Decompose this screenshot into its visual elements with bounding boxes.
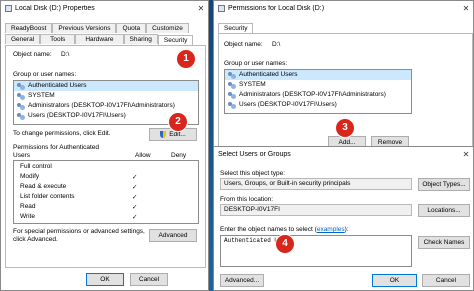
users-icon <box>17 82 25 90</box>
step-badge-1: 1 <box>176 49 196 69</box>
select-users-titlebar: Select Users or Groups ✕ <box>214 147 473 161</box>
object-name-label: Object name: <box>224 41 263 48</box>
step-badge-4: 4 <box>275 234 295 254</box>
uac-shield-icon <box>160 130 167 138</box>
users-icon <box>17 92 25 100</box>
step-badge-2: 2 <box>168 112 188 132</box>
allow-check-icon: ✓ <box>132 204 138 211</box>
tab-row-top: ReadyBoost Previous Versions Quota Custo… <box>5 23 189 33</box>
object-name-value: D:\ <box>272 41 281 48</box>
ok-button[interactable]: OK <box>372 274 417 287</box>
allow-check-icon: ✓ <box>132 184 138 191</box>
permissions-header-line1: Permissions for Authenticated <box>13 144 99 151</box>
user-list[interactable]: Authenticated Users SYSTEM Administrator… <box>224 69 412 114</box>
users-icon <box>228 101 236 109</box>
allow-check-icon: ✓ <box>132 174 138 181</box>
check-names-button[interactable]: Check Names <box>418 236 470 249</box>
select-users-title: Select Users or Groups <box>218 150 291 158</box>
permission-row: List folder contents ✓ <box>20 193 138 201</box>
list-item[interactable]: Authenticated Users <box>14 81 198 91</box>
change-permissions-text: To change permissions, click Edit. <box>13 130 111 137</box>
object-name-value: D:\ <box>61 51 70 58</box>
tab-sharing[interactable]: Sharing <box>123 34 158 44</box>
close-icon[interactable]: ✕ <box>459 4 473 13</box>
permission-row: Read & execute ✓ <box>20 183 138 191</box>
select-users-window: Select Users or Groups ✕ Select this obj… <box>213 146 474 291</box>
tab-security[interactable]: Security <box>157 35 194 45</box>
locations-button[interactable]: Locations... <box>418 204 470 217</box>
close-icon[interactable]: ✕ <box>194 4 208 13</box>
permissions-list: Full control Modify ✓ Read & execute ✓ Lis… <box>13 160 199 224</box>
allow-check-icon: ✓ <box>132 214 138 221</box>
permissions-header-line2: Users <box>13 152 30 159</box>
object-name-label: Object name: <box>13 51 52 58</box>
permission-row: Modify ✓ <box>20 173 138 181</box>
list-item[interactable]: SYSTEM <box>14 91 198 101</box>
ok-button[interactable]: OK <box>86 273 124 286</box>
special-permissions-text-2: click Advanced. <box>13 236 58 243</box>
permissions-title: Permissions for Local Disk (D:) <box>228 4 325 12</box>
tab-quota[interactable]: Quota <box>116 23 147 33</box>
object-types-button[interactable]: Object Types... <box>418 178 470 191</box>
users-icon <box>17 112 25 120</box>
deny-column-header: Deny <box>171 152 187 159</box>
enter-names-label: Enter the object names to select (exampl… <box>220 226 349 233</box>
permission-row: Full control <box>20 163 52 170</box>
close-icon[interactable]: ✕ <box>459 150 473 159</box>
tab-customize[interactable]: Customize <box>146 23 189 33</box>
users-icon <box>228 81 236 89</box>
advanced-button[interactable]: Advanced... <box>220 274 264 287</box>
properties-window: Local Disk (D:) Properties ✕ ReadyBoost … <box>0 0 209 291</box>
object-type-field: Users, Groups, or Built-in security prin… <box>220 178 412 190</box>
tab-previous-versions[interactable]: Previous Versions <box>52 23 117 33</box>
tab-security[interactable]: Security <box>218 23 254 33</box>
advanced-button[interactable]: Advanced <box>149 229 197 242</box>
properties-titlebar: Local Disk (D:) Properties ✕ <box>1 1 208 15</box>
tab-hardware[interactable]: Hardware <box>75 34 124 44</box>
location-field: DESKTOP-I0V17FI <box>220 204 412 216</box>
cancel-button[interactable]: Cancel <box>422 274 470 287</box>
location-label: From this location: <box>220 196 274 203</box>
group-names-label: Group or user names: <box>13 71 77 78</box>
allow-column-header: Allow <box>135 152 151 159</box>
object-type-label: Select this object type: <box>220 170 286 177</box>
special-permissions-text-1: For special permissions or advanced sett… <box>13 228 145 235</box>
permissions-tab-row: Security <box>218 22 254 33</box>
list-item[interactable]: SYSTEM <box>225 80 411 90</box>
cancel-button[interactable]: Cancel <box>130 273 168 286</box>
list-item[interactable]: Administrators (DESKTOP-I0V17FI\Administ… <box>225 90 411 100</box>
tab-readyboost[interactable]: ReadyBoost <box>5 23 53 33</box>
tab-general[interactable]: General <box>5 34 41 44</box>
examples-link[interactable]: examples <box>317 226 345 233</box>
group-names-label: Group or user names: <box>224 60 288 67</box>
drive-icon <box>218 4 225 12</box>
tab-tools[interactable]: Tools <box>40 34 76 44</box>
tab-row-bottom: General Tools Hardware Sharing Security <box>5 34 194 45</box>
list-item[interactable]: Administrators (DESKTOP-I0V17FI\Administ… <box>14 101 198 111</box>
permission-row: Read ✓ <box>20 203 138 211</box>
properties-title: Local Disk (D:) Properties <box>15 4 95 12</box>
users-icon <box>228 91 236 99</box>
list-item[interactable]: Users (DESKTOP-I0V17FI\Users) <box>225 100 411 110</box>
users-icon <box>17 102 25 110</box>
step-badge-3: 3 <box>335 118 355 138</box>
allow-check-icon: ✓ <box>132 194 138 201</box>
permissions-titlebar: Permissions for Local Disk (D:) ✕ <box>214 1 473 15</box>
list-item[interactable]: Authenticated Users <box>225 70 411 80</box>
drive-icon <box>5 4 12 12</box>
permission-row: Write ✓ <box>20 213 138 221</box>
object-names-input[interactable]: Authenticated Users <box>220 235 412 267</box>
users-icon <box>228 71 236 79</box>
